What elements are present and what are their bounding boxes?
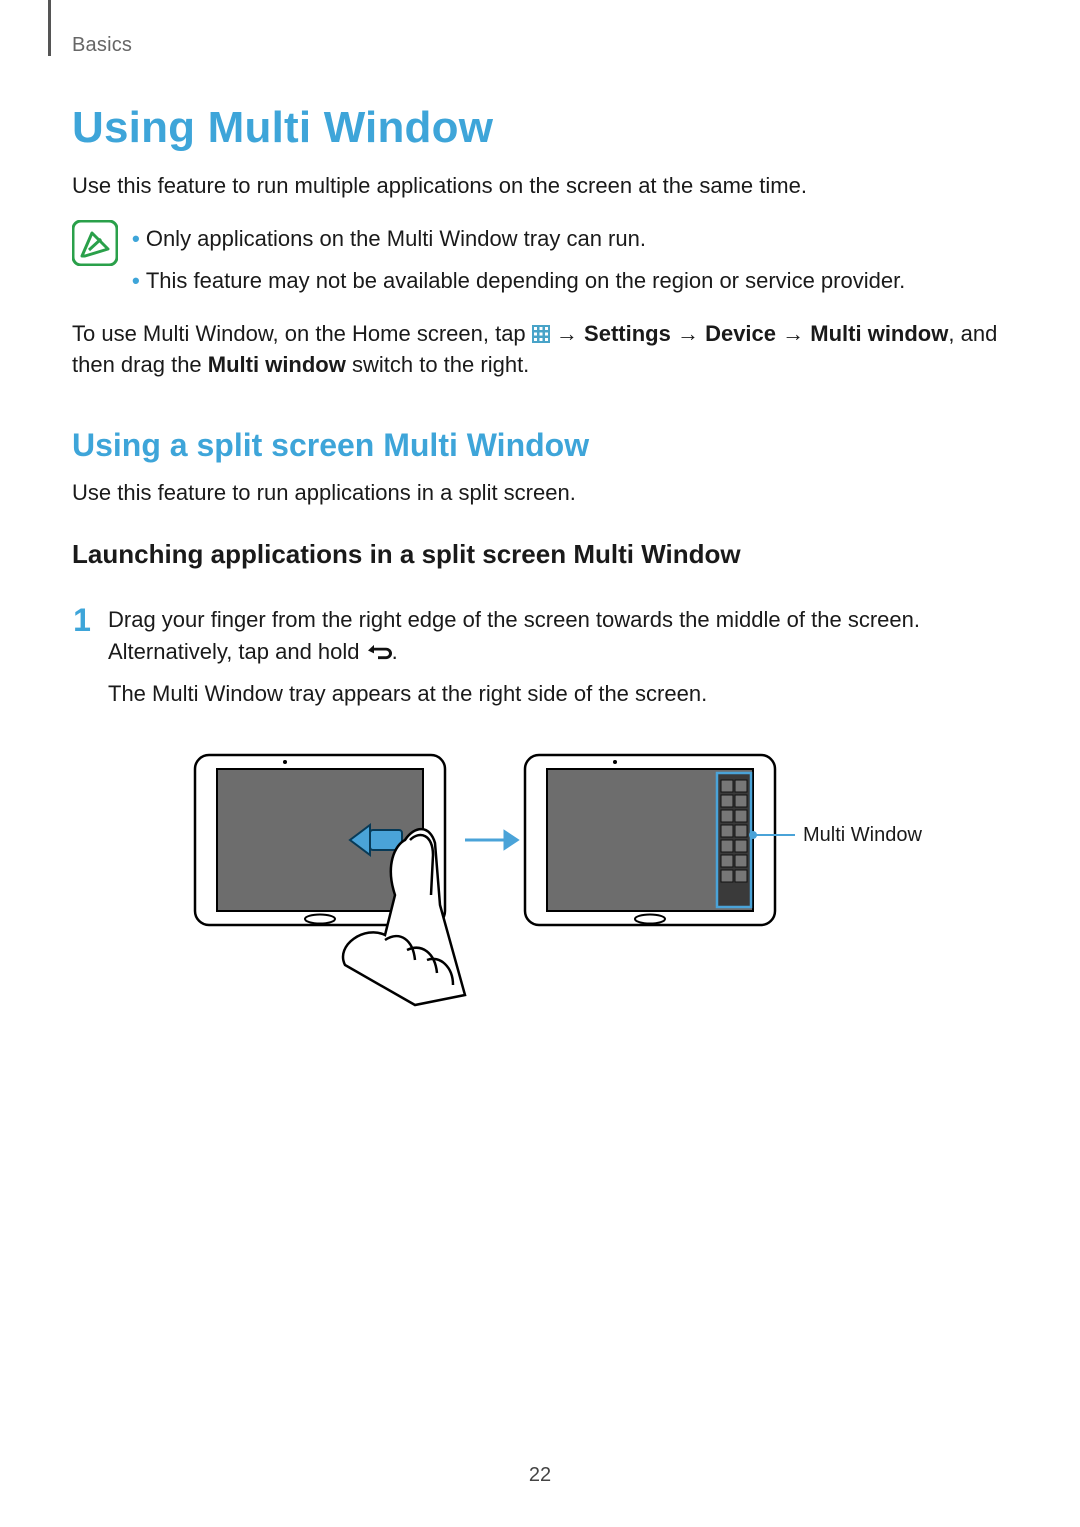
arrow: → xyxy=(556,321,584,346)
step-number: 1 xyxy=(72,604,92,636)
subtitle: Using a split screen Multi Window xyxy=(72,427,1008,464)
arrow: → xyxy=(782,321,810,346)
header-rule-icon xyxy=(48,0,51,56)
path-device: Device xyxy=(705,321,776,346)
step-line1b: . xyxy=(392,639,398,664)
step-line2: The Multi Window tray appears at the rig… xyxy=(108,678,1008,710)
step-line1a: Drag your finger from the right edge of … xyxy=(108,607,920,664)
page-number: 22 xyxy=(0,1464,1080,1487)
note-item: This feature may not be available depend… xyxy=(132,260,905,302)
header-section: Basics xyxy=(72,34,132,57)
back-icon xyxy=(366,643,392,661)
bold-switch: Multi window xyxy=(208,352,346,377)
note-block: Only applications on the Multi Window tr… xyxy=(72,218,1008,302)
tray-icon xyxy=(717,773,751,907)
instruction-text: To use Multi Window, on the Home screen,… xyxy=(72,319,1008,381)
note-icon xyxy=(72,220,118,266)
note-item: Only applications on the Multi Window tr… xyxy=(132,218,905,260)
step-body: Drag your finger from the right edge of … xyxy=(108,604,1008,720)
subtitle-desc: Use this feature to run applications in … xyxy=(72,478,1008,509)
tablet-after-icon xyxy=(525,755,775,925)
note-list: Only applications on the Multi Window tr… xyxy=(132,218,905,302)
step-row: 1 Drag your finger from the right edge o… xyxy=(72,604,1008,720)
content: Using Multi Window Use this feature to r… xyxy=(72,103,1008,1015)
instruction-pre: To use Multi Window, on the Home screen,… xyxy=(72,321,532,346)
instruction-post2: switch to the right. xyxy=(346,352,529,377)
apps-grid-icon xyxy=(532,325,550,343)
page-title: Using Multi Window xyxy=(72,103,1008,153)
intro-text: Use this feature to run multiple applica… xyxy=(72,171,1008,202)
path-multiwindow: Multi window xyxy=(810,321,948,346)
page: Basics Using Multi Window Use this featu… xyxy=(0,0,1080,1527)
arrow: → xyxy=(677,321,705,346)
illustration-svg: Multi Window tray xyxy=(155,745,925,1015)
illustration: Multi Window tray xyxy=(72,745,1008,1015)
transition-arrow-icon xyxy=(465,832,517,848)
subsub-title: Launching applications in a split screen… xyxy=(72,539,1008,570)
path-settings: Settings xyxy=(584,321,671,346)
callout-label: Multi Window tray xyxy=(803,824,925,846)
